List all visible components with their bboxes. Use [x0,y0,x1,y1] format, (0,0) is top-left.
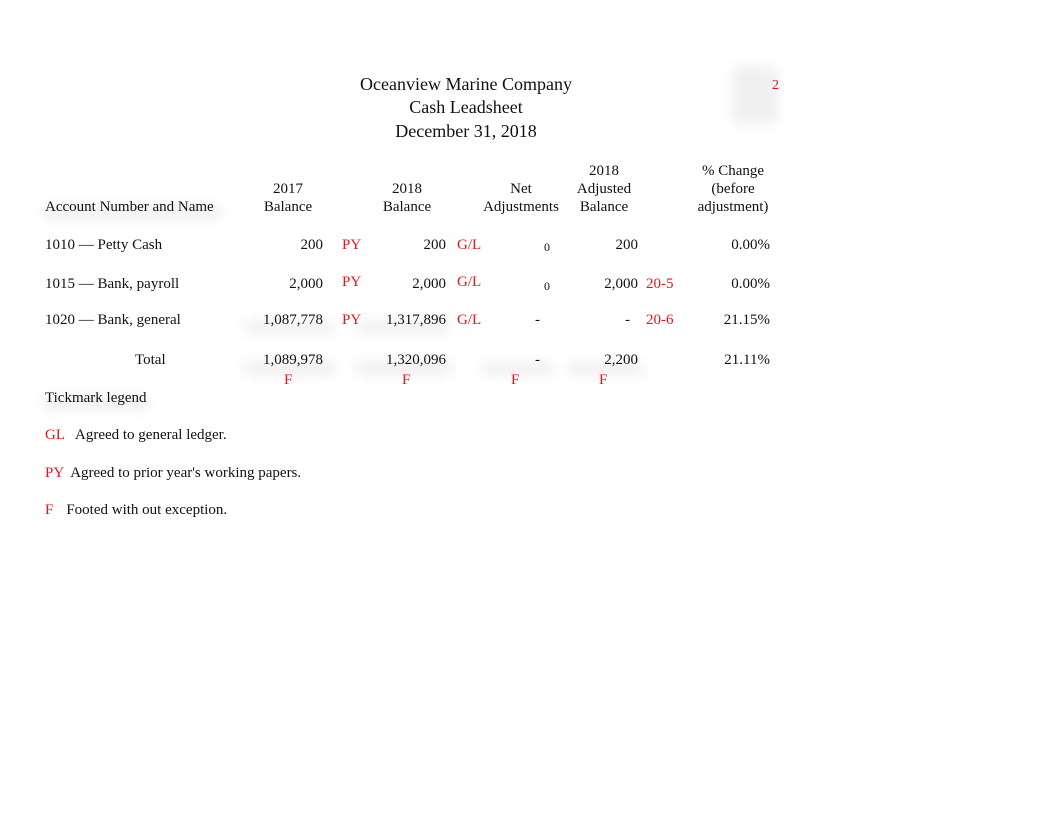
page-ref-shadow [732,66,778,124]
account-name: 1010 — Petty Cash [45,237,163,253]
adjusted-balance-2018: 2,000 [604,276,638,292]
pct-change: 0.00% [731,237,770,253]
legend-item: F Footed with out exception. [45,501,227,519]
workpaper-reference: 20-6 [646,312,674,328]
legend-item: PY Agreed to prior year's working papers. [45,464,301,482]
col-header-net-adjustments: Net Adjustments [483,181,559,215]
page-reference: 2 [772,78,779,93]
balance-2017: 1,087,778 [263,312,323,328]
col-header-2017-balance: 2017 Balance [263,181,313,215]
col-header-account: Account Number and Name [45,199,214,215]
legend-mark: PY [45,465,65,481]
tickmark-gl: G/L [457,312,482,328]
net-adjustment: 0 [544,240,550,254]
balance-2018: 1,317,896 [386,312,446,328]
footed-tickmark: F [402,372,411,388]
legend-title: Tickmark legend [45,390,147,406]
col-header-2018-balance: 2018 Balance [382,181,432,215]
account-name: 1015 — Bank, payroll [45,276,180,292]
footed-tickmark: F [599,372,608,388]
col-header-pct-change: % Change (before adjustment) [697,163,769,215]
legend-text: Agreed to prior year's working papers. [70,465,302,481]
total-balance-2017: 1,089,978 [263,352,323,368]
document-title: Cash Leadsheet [409,97,523,117]
legend-mark: F [45,502,54,518]
pct-change: 0.00% [731,276,770,292]
footed-tickmark: F [511,372,520,388]
document-date: December 31, 2018 [395,121,537,141]
legend-text: Agreed to general ledger. [75,427,227,443]
pct-change: 21.15% [723,312,770,328]
legend-item: GL Agreed to general ledger. [45,426,227,444]
legend-text: Footed with out exception. [66,502,228,518]
legend-mark: GL [45,427,65,443]
account-name: 1020 — Bank, general [45,312,181,328]
total-balance-2018: 1,320,096 [386,352,446,368]
balance-2017: 200 [300,237,324,253]
company-name: Oceanview Marine Company [360,74,572,94]
tickmark-gl: G/L [457,237,482,253]
balance-2017: 2,000 [289,276,323,292]
tickmark-gl: G/L [457,274,482,290]
col-header-2018-adjusted-balance: 2018 Adjusted Balance [576,163,632,215]
balance-2018: 200 [423,237,447,253]
adjusted-balance-2018: 200 [615,237,639,253]
balance-2018: 2,000 [412,276,446,292]
workpaper-reference: 20-5 [646,276,674,292]
net-adjustment: - [535,312,540,328]
total-adjusted-balance-2018: 2,200 [604,352,638,368]
total-net-adjustment: - [535,352,540,368]
net-adjustment: 0 [544,279,550,293]
footed-tickmark: F [284,372,293,388]
adjusted-balance-2018: - [625,312,630,328]
total-label: Total [135,352,166,368]
total-pct-change: 21.11% [724,352,770,368]
